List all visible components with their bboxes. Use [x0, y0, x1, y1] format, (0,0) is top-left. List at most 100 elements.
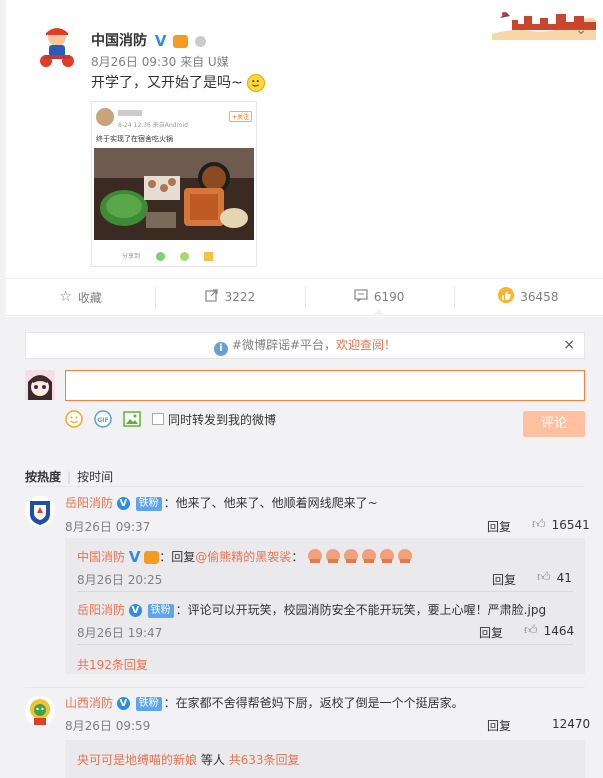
comment-like-count: 12470: [552, 717, 591, 731]
comment-text: ：他来了、他来了、他顺着网线爬来了~: [163, 496, 378, 510]
like-button[interactable]: 36458: [453, 279, 603, 315]
fan-badge[interactable]: 铁粉: [135, 497, 162, 511]
share-icon: [204, 252, 213, 261]
more-replies-mid: 等人: [197, 753, 229, 767]
comment-button[interactable]: 6190: [304, 279, 454, 316]
reply-button[interactable]: 回复: [487, 518, 511, 535]
sub-reply-user[interactable]: 岳阳消防: [77, 603, 125, 617]
moments-icon: [180, 252, 189, 261]
verified-icon: V: [128, 604, 142, 617]
commenter-avatar[interactable]: [25, 496, 55, 526]
more-replies-link[interactable]: 共192条回复: [77, 656, 148, 673]
medal-icon: [195, 35, 207, 47]
comment-text: ：在家都不舍得帮爸妈下厨，返校了倒是一个个挺居家。: [163, 696, 464, 710]
sub-reply-like-button[interactable]: 👍︎ 41: [537, 570, 572, 585]
mention-link[interactable]: @偷熊精的黑袈裟: [195, 550, 291, 564]
commenter-avatar[interactable]: [25, 696, 55, 726]
anime-avatar-icon: [25, 370, 55, 400]
submit-comment-button[interactable]: 评论: [523, 411, 585, 437]
weibo-post-card: ⌄ 中国消防 V 8月26日 09:30 来自 U媒 开学了，又开始了是吗~ 8…: [6, 0, 603, 778]
comment-count: 6190: [373, 290, 405, 304]
commenter-name[interactable]: 山西消防: [65, 696, 113, 710]
shot-footer: 分享到: [122, 253, 141, 260]
sub-reply-like-button[interactable]: 👍︎ 1464: [524, 623, 574, 638]
thumbs-up-icon: 👍︎: [537, 570, 551, 585]
divider: [25, 486, 585, 487]
wechat-icon: [156, 252, 165, 261]
thumbs-up-icon: 👍︎: [524, 623, 538, 638]
divider: [77, 591, 573, 592]
sub-reply-prefix: ：回复: [159, 550, 196, 564]
notice-link[interactable]: 欢迎查阅！: [336, 338, 396, 352]
favorite-button[interactable]: ☆ 收藏: [6, 279, 155, 315]
sub-reply-row: 岳阳消防 V 铁粉 ：评论可以开玩笑，校园消防安全不能开玩笑，要上心喔！严肃脸.j…: [77, 601, 546, 618]
member-badge-icon: [173, 34, 189, 48]
post-image[interactable]: 8-24 12:36 来自Android +关注 终于实现了在宿舍吃火锅 分享到: [91, 101, 257, 267]
repost-icon: [204, 288, 219, 306]
sub-reply-text: ：评论可以开玩笑，校园消防安全不能开玩笑，要上心喔！严肃脸.jpg: [175, 603, 547, 617]
hotpot-photo: [94, 148, 254, 240]
commenter-name[interactable]: 岳阳消防: [65, 496, 113, 510]
fan-badge[interactable]: 铁粉: [147, 604, 174, 618]
notice-text[interactable]: #微博辟谣#平台，: [232, 338, 336, 352]
comment-row: 岳阳消防 V 铁粉 ：他来了、他来了、他顺着网线爬来了~: [65, 494, 378, 511]
sub-reply-time: 8月26日 20:25: [77, 573, 163, 587]
sort-tabs: 按热度 | 按时间: [25, 470, 114, 484]
repost-checkbox[interactable]: [152, 413, 164, 425]
author-avatar[interactable]: [32, 21, 82, 71]
monk-emoji-icon: [307, 548, 415, 567]
shot-avatar: [96, 108, 114, 126]
sub-reply-button[interactable]: 回复: [492, 571, 516, 588]
verified-icon: V: [154, 31, 167, 50]
shot-follow-button: +关注: [228, 111, 252, 122]
shot-text: 终于实现了在宿舍吃火锅: [96, 135, 173, 143]
info-icon: i: [213, 342, 228, 356]
smile-emoji-icon: [247, 74, 266, 92]
sort-by-hot[interactable]: 按热度: [25, 470, 61, 484]
comment-like-button[interactable]: 12470: [552, 717, 590, 731]
comment-time: 8月26日 09:59: [65, 719, 151, 733]
verified-icon: V: [116, 697, 130, 710]
last-replier-name[interactable]: 央可可是地缚喵的新娘: [77, 753, 197, 767]
sub-reply-row: 中国消防 V ：回复@偷熊精的黑袈裟：: [77, 548, 415, 567]
sort-by-time[interactable]: 按时间: [77, 470, 113, 484]
post-action-bar: ☆ 收藏 3222 6190 36458: [6, 278, 603, 316]
emoji-icon[interactable]: [65, 410, 83, 428]
sub-reply-like-count: 41: [556, 570, 572, 585]
sub-reply-time: 8月26日 19:47: [77, 626, 163, 640]
close-icon[interactable]: ×: [563, 333, 575, 358]
favorite-label: 收藏: [77, 290, 102, 305]
repost-button[interactable]: 3222: [155, 279, 304, 315]
author-name[interactable]: 中国消防: [91, 33, 147, 49]
image-icon[interactable]: [123, 410, 141, 428]
comment-like-button[interactable]: 👍︎ 16541: [532, 517, 590, 532]
comment-like-count: 16541: [551, 517, 590, 532]
comment-icon: [354, 288, 368, 306]
comment-row: 山西消防 V 铁粉 ：在家都不舍得帮爸妈下厨，返校了倒是一个个挺居家。: [65, 694, 464, 711]
sub-reply-button[interactable]: 回复: [479, 624, 503, 641]
sub-reply-user[interactable]: 中国消防: [77, 550, 125, 564]
my-avatar[interactable]: [25, 370, 55, 400]
comment-input[interactable]: [65, 370, 585, 401]
sub-reply-like-count: 1464: [543, 623, 575, 638]
verified-icon: V: [116, 497, 130, 510]
post-meta: 8月26日 09:30 来自 U媒: [91, 55, 229, 69]
composer-toolbar: GIF 同时转发到我的微博: [65, 410, 276, 428]
reply-button[interactable]: 回复: [487, 717, 511, 734]
rumor-notice: i #微博辟谣#平台，欢迎查阅！ ×: [25, 332, 585, 359]
post-text: 开学了，又开始了是吗~: [91, 75, 243, 91]
member-badge-icon: [144, 551, 160, 564]
gif-icon[interactable]: GIF: [94, 410, 112, 428]
repost-checkbox-label[interactable]: 同时转发到我的微博: [168, 411, 276, 428]
divider: [25, 687, 585, 688]
like-count: 36458: [520, 290, 559, 304]
firefighter-mascot-icon: [40, 28, 74, 67]
chevron-down-icon[interactable]: ⌄: [575, 22, 587, 38]
more-replies-link[interactable]: 共633条回复: [229, 753, 300, 767]
fire-badge-icon: [25, 496, 55, 526]
repost-count: 3222: [224, 290, 256, 304]
author-name-row: 中国消防 V: [91, 30, 207, 50]
more-replies-row: 央可可是地缚喵的新娘 等人 共633条回复: [77, 751, 300, 768]
fan-badge[interactable]: 铁粉: [135, 697, 162, 711]
svg-text:GIF: GIF: [97, 417, 108, 424]
